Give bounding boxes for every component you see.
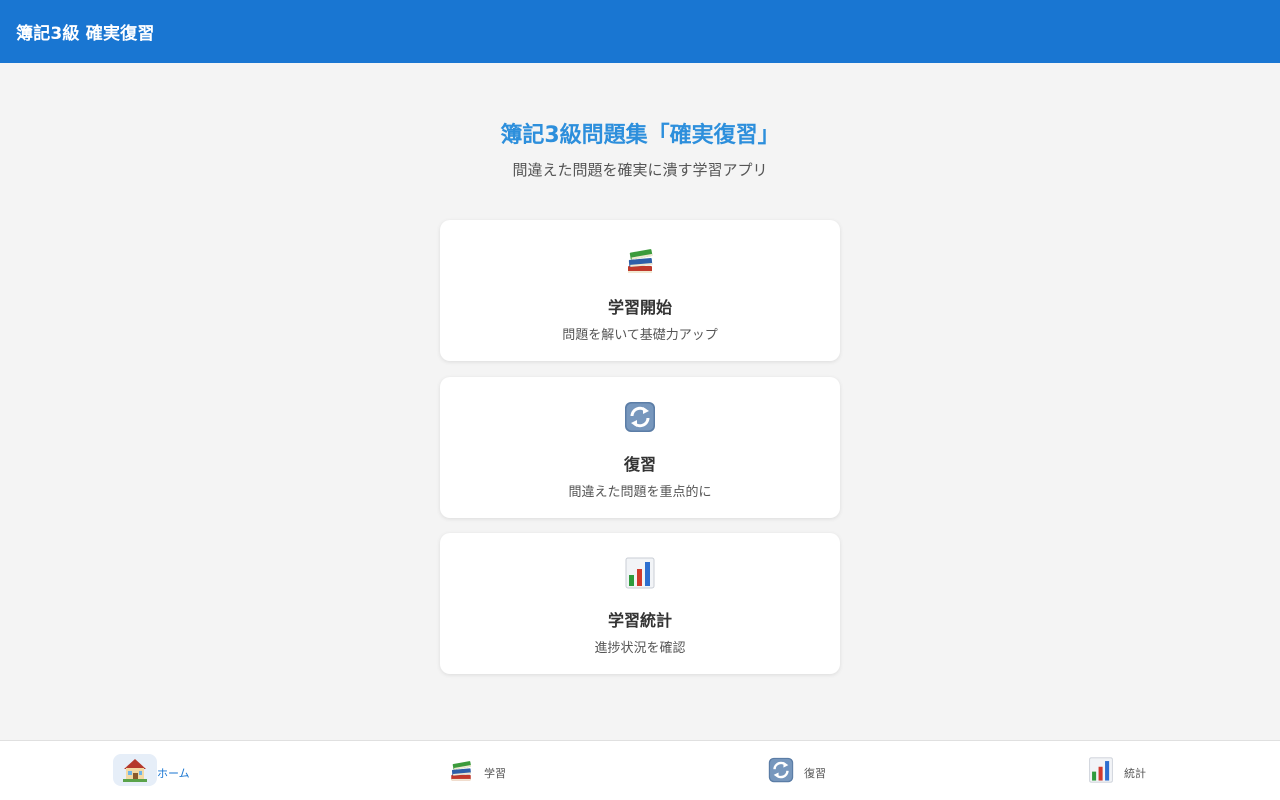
card-description: 問題を解いて基礎力アップ — [562, 328, 718, 343]
study-start-card[interactable]: 学習開始 問題を解いて基礎力アップ — [440, 220, 840, 361]
nav-label: 学習 — [484, 767, 506, 780]
nav-item-review[interactable]: 復習 — [768, 753, 826, 787]
app-root: 簿記3級 確実復習 簿記3級問題集「確実復習」 間違えた問題を確実に潰す学習アプ… — [0, 0, 1280, 800]
refresh-icon — [624, 401, 656, 433]
books-icon — [624, 244, 656, 276]
refresh-icon — [768, 757, 794, 783]
card-title: 学習開始 — [607, 298, 672, 317]
nav-icon-highlight — [113, 754, 157, 786]
bar-chart-icon — [624, 557, 656, 589]
nav-label: ホーム — [157, 767, 190, 780]
bottom-nav: ホーム 学習 復習 統計 — [0, 740, 1280, 800]
nav-item-home[interactable]: ホーム — [113, 753, 190, 787]
nav-item-study[interactable]: 学習 — [448, 753, 506, 787]
card-description: 間違えた問題を重点的に — [568, 485, 712, 500]
nav-item-stats[interactable]: 統計 — [1088, 753, 1146, 787]
nav-label: 統計 — [1124, 767, 1146, 780]
app-header: 簿記3級 確実復習 — [0, 0, 1280, 63]
hero-title: 簿記3級問題集「確実復習」 — [500, 123, 780, 148]
main-content: 簿記3級問題集「確実復習」 間違えた問題を確実に潰す学習アプリ 学習開始 問題を… — [0, 63, 1280, 740]
hero-subtitle: 間違えた問題を確実に潰す学習アプリ — [512, 161, 768, 179]
bar-chart-icon — [1088, 757, 1114, 783]
card-title: 復習 — [623, 455, 656, 474]
nav-label: 復習 — [804, 767, 826, 780]
study-stats-card[interactable]: 学習統計 進捗状況を確認 — [440, 533, 840, 674]
review-card[interactable]: 復習 間違えた問題を重点的に — [440, 377, 840, 518]
card-description: 進捗状況を確認 — [594, 641, 686, 656]
app-title: 簿記3級 確実復習 — [16, 24, 155, 44]
books-icon — [448, 757, 474, 783]
house-icon — [122, 757, 148, 783]
card-title: 学習統計 — [607, 611, 672, 630]
